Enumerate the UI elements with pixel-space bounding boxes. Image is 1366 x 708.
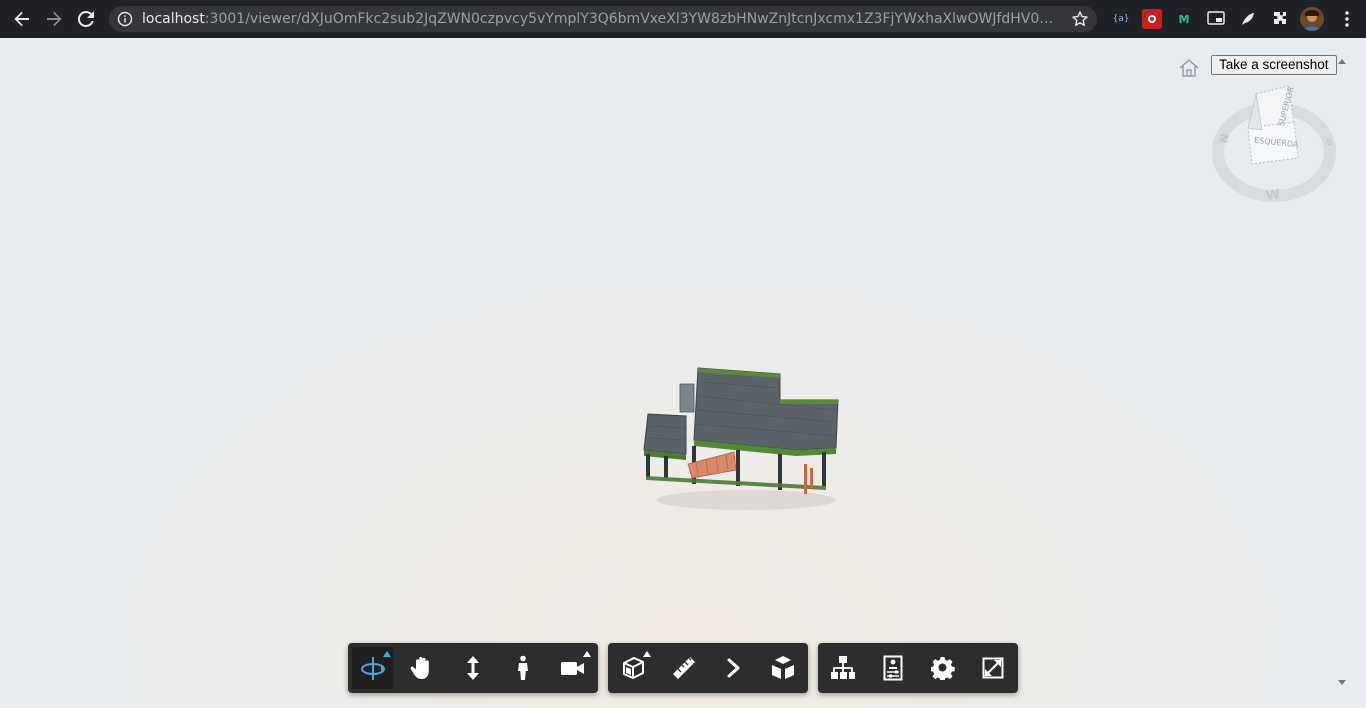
- camera-tool[interactable]: [552, 647, 594, 689]
- browser-toolbar: localhost:3001/viewer/dXJuOmFkc2sub2JqZW…: [0, 0, 1366, 38]
- zoom-tool[interactable]: [452, 647, 494, 689]
- hand-icon: [410, 656, 429, 679]
- section-box-icon: [623, 656, 644, 680]
- compass-w-label: W: [1264, 186, 1282, 205]
- section-tool[interactable]: [612, 647, 654, 689]
- pan-tool[interactable]: [401, 647, 443, 689]
- fullscreen-icon: [982, 657, 1004, 679]
- properties-icon: [883, 655, 903, 681]
- building-model[interactable]: [636, 360, 844, 510]
- measure-tool[interactable]: [663, 647, 705, 689]
- json-ext-icon[interactable]: {a}: [1111, 9, 1131, 29]
- explode-cube-icon: [772, 656, 794, 679]
- bookmark-star-icon[interactable]: [1071, 10, 1089, 28]
- reload-button[interactable]: [75, 8, 97, 30]
- screen-ext-icon[interactable]: [1206, 9, 1226, 29]
- reload-icon: [77, 10, 94, 27]
- puzzle-icon[interactable]: [1270, 9, 1290, 29]
- settings-tool[interactable]: [922, 647, 964, 689]
- scroll-down-arrow-icon[interactable]: [1338, 680, 1346, 686]
- profile-avatar[interactable]: [1300, 7, 1324, 31]
- orbit-tool[interactable]: [352, 647, 394, 689]
- model-browser-tool[interactable]: [822, 647, 864, 689]
- scroll-up-arrow-icon[interactable]: [1338, 58, 1346, 64]
- browser-menu-icon[interactable]: [1335, 9, 1359, 29]
- next-tool[interactable]: [713, 647, 755, 689]
- person-icon: [518, 655, 528, 680]
- mailchimp-icon[interactable]: M: [1174, 9, 1194, 29]
- url-host: localhost: [142, 11, 205, 27]
- url-text[interactable]: localhost:3001/viewer/dXJuOmFkc2sub2JqZW…: [142, 10, 1062, 28]
- viewer-canvas[interactable]: Take a screenshot SUPERIOR ESQUERDA N W …: [0, 38, 1366, 708]
- chevron-right-icon: [727, 658, 740, 678]
- viewcube[interactable]: SUPERIOR ESQUERDA N W S: [1212, 80, 1336, 210]
- fullscreen-tool[interactable]: [972, 647, 1014, 689]
- orbit-icon: [361, 657, 385, 680]
- forward-arrow-icon: [47, 11, 62, 27]
- settings-toolbar: [818, 643, 1018, 693]
- navigation-toolbar: [348, 643, 598, 693]
- ruler-icon: [673, 657, 695, 679]
- forward-button[interactable]: [43, 8, 65, 30]
- camera-icon: [561, 662, 584, 675]
- back-button[interactable]: [11, 8, 33, 30]
- url-path: :3001/viewer/dXJuOmFkc2sub2JqZWN0czpvcy5…: [204, 11, 1062, 27]
- back-arrow-icon: [14, 11, 29, 27]
- first-person-tool[interactable]: [502, 647, 544, 689]
- hierarchy-icon: [831, 656, 855, 679]
- address-bar[interactable]: localhost:3001/viewer/dXJuOmFkc2sub2JqZW…: [109, 6, 1097, 32]
- gear-icon: [931, 656, 955, 680]
- zoom-vertical-arrows-icon: [467, 656, 479, 680]
- info-icon[interactable]: [117, 11, 133, 27]
- home-icon[interactable]: [1178, 58, 1200, 78]
- feather-ext-icon[interactable]: [1238, 9, 1258, 29]
- compass-n-label: N: [1217, 132, 1232, 145]
- properties-tool[interactable]: [872, 647, 914, 689]
- take-screenshot-button[interactable]: Take a screenshot: [1211, 55, 1337, 75]
- red-ext-icon[interactable]: [1142, 9, 1162, 29]
- compass-e-label: S: [1326, 138, 1333, 148]
- modeling-toolbar: [608, 643, 808, 693]
- explode-tool[interactable]: [762, 647, 804, 689]
